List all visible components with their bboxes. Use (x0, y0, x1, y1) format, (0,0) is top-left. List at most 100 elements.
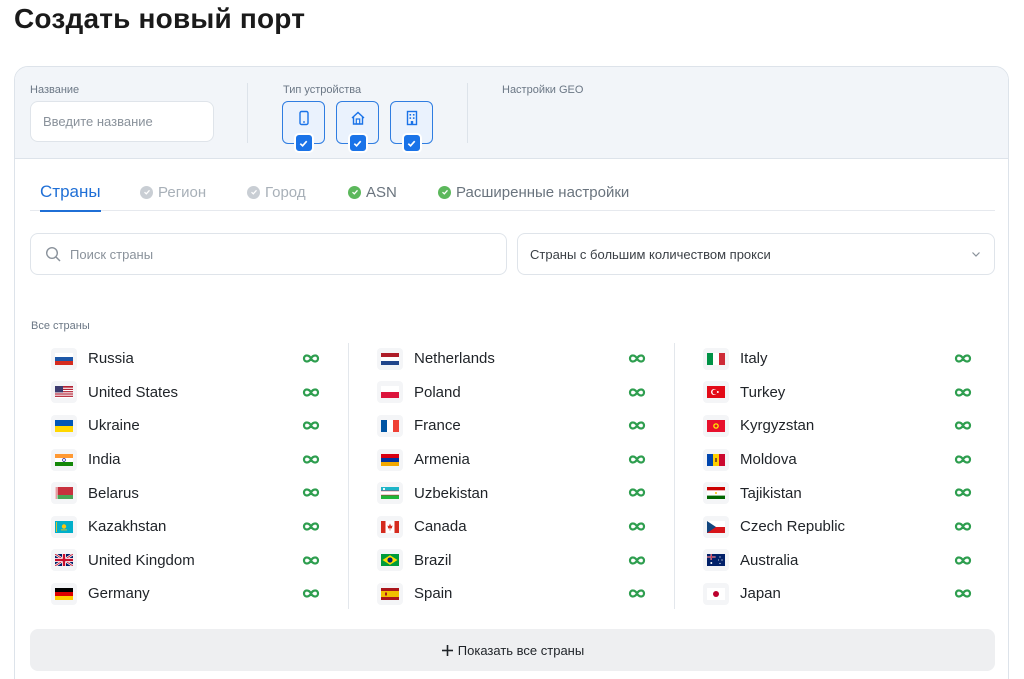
flag-fr-icon (377, 414, 403, 437)
country-item-au[interactable]: Australia (703, 544, 1001, 578)
flag-tj-icon (703, 482, 729, 505)
country-item-fr[interactable]: France (377, 409, 675, 443)
flag-br-icon (377, 549, 403, 572)
check-circle-icon (348, 185, 361, 199)
country-column: Russia United States Ukraine India Belarus Ka… (51, 342, 349, 612)
infinity-icon (953, 485, 973, 500)
country-name: Japan (740, 585, 781, 603)
country-name: Italy (740, 350, 768, 368)
tab-region[interactable]: Регион (140, 173, 206, 211)
tab-advanced-settings[interactable]: Расширенные настройки (438, 173, 629, 211)
check-circle-icon (247, 185, 260, 199)
country-item-de[interactable]: Germany (51, 577, 349, 611)
country-item-tr[interactable]: Turkey (703, 376, 1001, 410)
country-name: United Kingdom (88, 551, 195, 569)
country-item-jp[interactable]: Japan (703, 577, 1001, 611)
device-type-label: Тип устройства (283, 84, 362, 96)
show-all-countries-button[interactable]: Показать все страны (30, 629, 995, 671)
country-name: Netherlands (414, 350, 495, 368)
divider (467, 83, 468, 143)
country-item-br[interactable]: Brazil (377, 544, 675, 578)
search-icon (45, 246, 61, 262)
country-list: Russia United States Ukraine India Belarus Ka… (51, 342, 981, 612)
country-name: Australia (740, 551, 799, 569)
infinity-icon (301, 586, 321, 601)
country-item-tj[interactable]: Tajikistan (703, 476, 1001, 510)
name-input[interactable] (30, 101, 214, 142)
country-item-kg[interactable]: Kyrgyzstan (703, 409, 1001, 443)
device-office-button[interactable] (390, 101, 433, 153)
flag-pl-icon (377, 381, 403, 404)
country-name: Brazil (414, 551, 452, 569)
country-item-in[interactable]: India (51, 443, 349, 477)
country-filter-select[interactable]: Страны с большим количеством прокси (517, 233, 995, 275)
country-name: Armenia (414, 451, 470, 469)
country-item-by[interactable]: Belarus (51, 476, 349, 510)
flag-ua-icon (51, 414, 77, 437)
check-icon (401, 133, 422, 153)
country-name: Canada (414, 518, 467, 536)
country-search-input[interactable] (70, 246, 470, 262)
country-name: Kyrgyzstan (740, 417, 815, 435)
country-item-es[interactable]: Spain (377, 577, 675, 611)
infinity-icon (301, 485, 321, 500)
tab-asn[interactable]: ASN (348, 173, 397, 211)
flag-ca-icon (377, 515, 403, 538)
check-circle-icon (140, 185, 153, 199)
infinity-icon (627, 519, 647, 534)
infinity-icon (301, 385, 321, 400)
country-item-am[interactable]: Armenia (377, 443, 675, 477)
country-item-ru[interactable]: Russia (51, 342, 349, 376)
infinity-icon (953, 519, 973, 534)
device-home-button[interactable] (336, 101, 379, 153)
country-name: Spain (414, 585, 453, 603)
tab-countries[interactable]: Страны (40, 173, 101, 212)
tab-city[interactable]: Город (247, 173, 306, 211)
flag-es-icon (377, 582, 403, 605)
flag-in-icon (51, 448, 77, 471)
check-icon (293, 133, 314, 153)
country-name: India (88, 451, 121, 469)
country-item-ua[interactable]: Ukraine (51, 409, 349, 443)
country-column: Italy Turkey Kyrgyzstan Moldova Tajikistan Cz… (703, 342, 1001, 612)
country-name: France (414, 417, 461, 435)
flag-ru-icon (51, 347, 77, 370)
country-item-uz[interactable]: Uzbekistan (377, 476, 675, 510)
geo-settings-label: Настройки GEO (502, 84, 584, 96)
check-circle-icon (438, 185, 451, 199)
country-item-cz[interactable]: Czech Republic (703, 510, 1001, 544)
flag-it-icon (703, 347, 729, 370)
device-mobile-button[interactable] (282, 101, 325, 153)
country-item-pl[interactable]: Poland (377, 376, 675, 410)
country-item-us[interactable]: United States (51, 376, 349, 410)
country-item-ca[interactable]: Canada (377, 510, 675, 544)
card-header: Название Тип устройства Настройки GEO (15, 67, 1008, 159)
country-filter-value: Страны с большим количеством прокси (530, 246, 771, 262)
infinity-icon (627, 351, 647, 366)
infinity-icon (953, 385, 973, 400)
country-item-gb[interactable]: United Kingdom (51, 544, 349, 578)
flag-cz-icon (703, 515, 729, 538)
infinity-icon (627, 418, 647, 433)
infinity-icon (953, 452, 973, 467)
country-name: Ukraine (88, 417, 140, 435)
chevron-down-icon (972, 252, 980, 257)
geo-tabs: Страны Регион Город ASN Расширенные наст… (30, 173, 995, 212)
country-item-kz[interactable]: Kazakhstan (51, 510, 349, 544)
country-name: Belarus (88, 484, 139, 502)
country-name: United States (88, 383, 179, 401)
check-icon (347, 133, 368, 153)
all-countries-label: Все страны (31, 320, 90, 332)
country-item-md[interactable]: Moldova (703, 443, 1001, 477)
flag-jp-icon (703, 582, 729, 605)
infinity-icon (301, 418, 321, 433)
infinity-icon (301, 553, 321, 568)
country-item-it[interactable]: Italy (703, 342, 1001, 376)
name-label: Название (30, 84, 80, 96)
mobile-icon (298, 110, 309, 125)
country-item-nl[interactable]: Netherlands (377, 342, 675, 376)
infinity-icon (627, 553, 647, 568)
infinity-icon (301, 519, 321, 534)
flag-au-icon (703, 549, 729, 572)
flag-am-icon (377, 448, 403, 471)
